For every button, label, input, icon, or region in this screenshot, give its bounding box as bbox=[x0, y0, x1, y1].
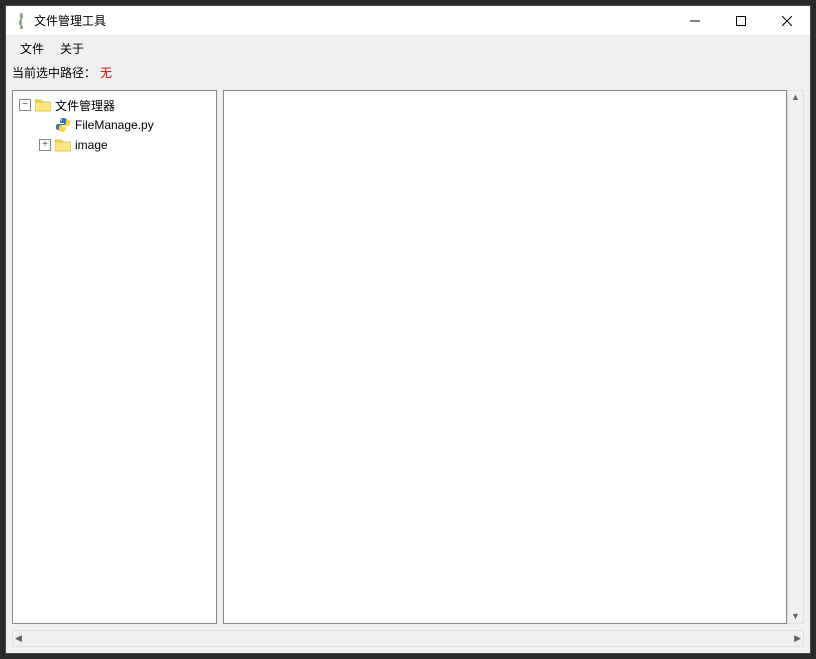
main-area: − 文件管理器 bbox=[6, 84, 810, 630]
scroll-down-icon[interactable]: ▼ bbox=[791, 612, 800, 621]
horizontal-scrollbar[interactable]: ◀ ▶ bbox=[12, 630, 804, 647]
collapse-icon[interactable]: − bbox=[19, 99, 31, 111]
tree-root-label: 文件管理器 bbox=[55, 97, 115, 114]
titlebar-left: 文件管理工具 bbox=[6, 12, 106, 29]
menubar: 文件 关于 bbox=[6, 36, 810, 60]
tree-children: FileManage.py + image bbox=[15, 115, 214, 155]
tree-item-folder[interactable]: + image bbox=[35, 135, 214, 155]
expand-icon[interactable]: + bbox=[39, 139, 51, 151]
folder-icon bbox=[55, 137, 71, 153]
app-icon bbox=[14, 13, 28, 29]
scroll-right-icon[interactable]: ▶ bbox=[794, 634, 801, 643]
app-window: 文件管理工具 文件 关于 当前选中路径： 无 − bbox=[5, 5, 811, 654]
tree-item-label: FileManage.py bbox=[75, 118, 154, 132]
scroll-left-icon[interactable]: ◀ bbox=[15, 634, 22, 643]
path-value: 无 bbox=[100, 64, 112, 81]
close-button[interactable] bbox=[764, 6, 810, 35]
maximize-button[interactable] bbox=[718, 6, 764, 35]
window-controls bbox=[672, 6, 810, 35]
pathbar: 当前选中路径： 无 bbox=[6, 60, 810, 84]
content-text-area[interactable] bbox=[223, 90, 787, 624]
tree-panel[interactable]: − 文件管理器 bbox=[12, 90, 217, 624]
window-title: 文件管理工具 bbox=[34, 12, 106, 29]
tree-root-node[interactable]: − 文件管理器 bbox=[15, 95, 214, 115]
scroll-up-icon[interactable]: ▲ bbox=[791, 93, 800, 102]
folder-icon bbox=[35, 97, 51, 113]
vertical-scrollbar[interactable]: ▲ ▼ bbox=[787, 90, 804, 624]
minimize-button[interactable] bbox=[672, 6, 718, 35]
tree-item-file[interactable]: FileManage.py bbox=[35, 115, 214, 135]
menu-about[interactable]: 关于 bbox=[52, 37, 92, 60]
menu-file[interactable]: 文件 bbox=[12, 37, 52, 60]
path-label: 当前选中路径： bbox=[12, 64, 96, 81]
content-panel: ▲ ▼ bbox=[223, 90, 804, 624]
python-file-icon bbox=[55, 117, 71, 133]
titlebar: 文件管理工具 bbox=[6, 6, 810, 36]
tree-item-label: image bbox=[75, 138, 108, 152]
